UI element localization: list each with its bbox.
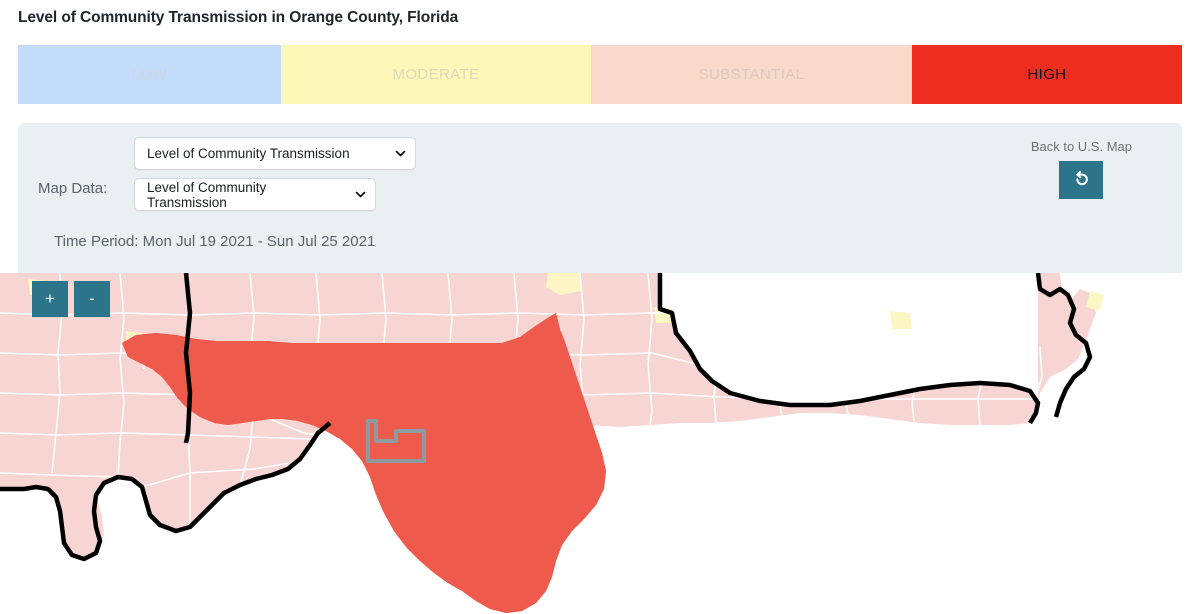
map-data-label: Map Data: (38, 179, 108, 197)
undo-arrow-icon (1070, 168, 1092, 193)
page-title: Level of Community Transmission in Orang… (18, 9, 459, 26)
map-data-select-secondary-value: Level of Community Transmission (147, 179, 267, 210)
moderate-county-patch (890, 311, 912, 329)
legend-segment-moderate[interactable]: MODERATE (281, 45, 591, 104)
chevron-down-icon (355, 189, 366, 200)
map-data-select-secondary[interactable]: Level of Community Transmission (134, 178, 376, 211)
map-controls-panel: Map Data: Level of Community Transmissio… (18, 123, 1182, 273)
map-svg[interactable] (0, 273, 1200, 614)
back-to-us-map-button[interactable] (1059, 161, 1104, 199)
back-to-us-map-control: Back to U.S. Map (1031, 139, 1132, 199)
legend-label-substantial: SUBSTANTIAL (698, 66, 805, 83)
legend-label-high: HIGH (1027, 66, 1067, 83)
legend-segment-low[interactable]: LOW (18, 45, 281, 104)
map-data-selects: Level of Community Transmission Level of… (134, 137, 416, 211)
zoom-in-button[interactable]: + (32, 281, 68, 317)
back-to-us-map-label: Back to U.S. Map (1030, 139, 1132, 154)
legend-label-moderate: MODERATE (392, 66, 480, 83)
transmission-level-legend: LOW MODERATE SUBSTANTIAL HIGH (18, 45, 1182, 104)
legend-segment-substantial[interactable]: SUBSTANTIAL (591, 45, 912, 104)
map-data-row: Map Data: Level of Community Transmissio… (38, 137, 416, 211)
time-period-label: Time Period: Mon Jul 19 2021 - Sun Jul 2… (54, 233, 376, 250)
map-data-select-primary-value: Level of Community Transmission (147, 146, 350, 161)
zoom-out-button[interactable]: - (74, 281, 110, 317)
map-zoom-controls: + - (32, 281, 110, 317)
legend-segment-high[interactable]: HIGH (912, 45, 1182, 104)
legend-label-low: LOW (131, 66, 168, 83)
map-data-select-primary[interactable]: Level of Community Transmission (134, 137, 416, 170)
choropleth-map[interactable] (0, 273, 1200, 614)
chevron-down-icon (395, 148, 406, 159)
